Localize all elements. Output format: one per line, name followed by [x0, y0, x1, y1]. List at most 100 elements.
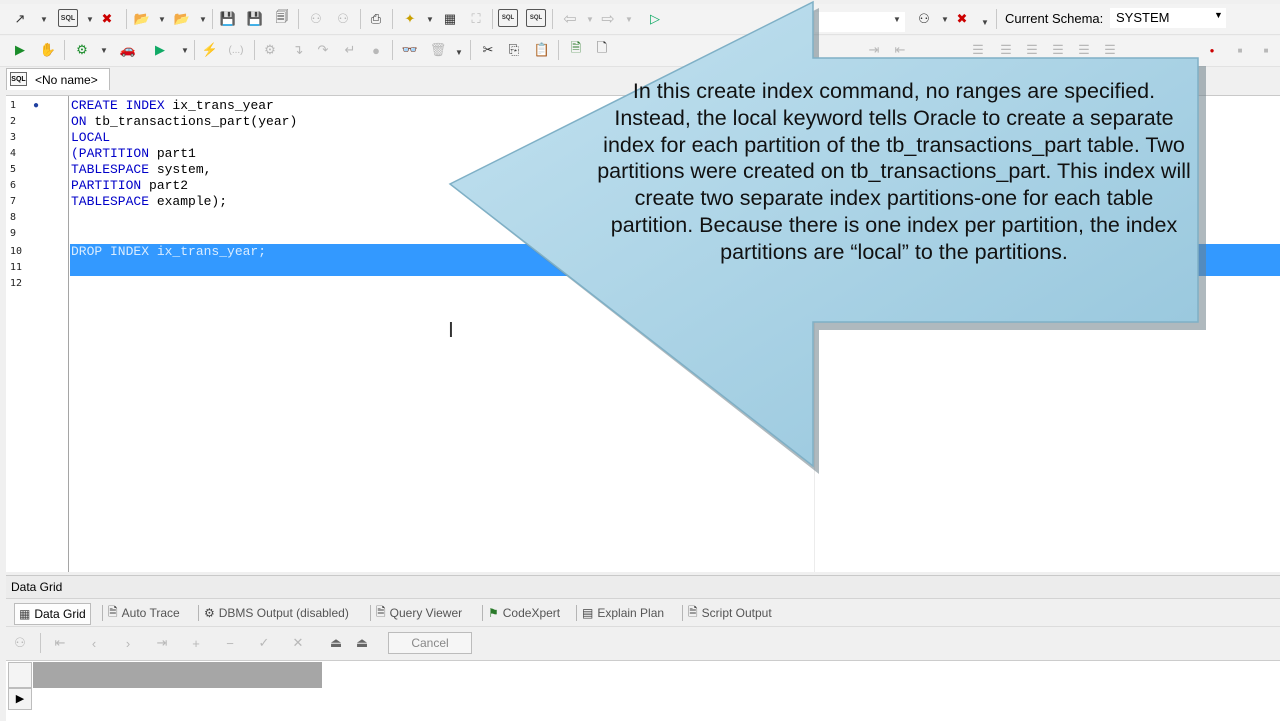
chevron-down-icon[interactable]: ▼	[941, 9, 949, 29]
open-folder-icon[interactable]: 📂	[132, 9, 152, 29]
save-icon[interactable]: 💾	[218, 9, 238, 29]
cancel-button[interactable]: Cancel	[388, 632, 472, 654]
download-icon[interactable]: ⏏	[352, 633, 372, 653]
data-grid-title: Data Grid	[11, 580, 63, 594]
cancel-edit-icon[interactable]: ✕	[288, 633, 308, 653]
navigator-icon[interactable]: ▷	[645, 9, 665, 29]
outdent-icon[interactable]: ⇤	[890, 40, 910, 60]
editor-tab[interactable]: SQL <No name>	[6, 68, 110, 90]
disconnect-session-icon[interactable]: ✖	[952, 9, 972, 29]
results-grid[interactable]: ▶	[6, 660, 1280, 721]
ellipsis-icon[interactable]: (...)	[226, 40, 246, 60]
tab-explain-plan[interactable]: ▤ Explain Plan	[582, 603, 664, 623]
car-icon[interactable]: 🚗	[118, 40, 138, 60]
copy-icon[interactable]: ⎘	[504, 40, 524, 60]
session-icon[interactable]: ⚇	[914, 9, 934, 29]
close-editor-icon[interactable]: ✖	[97, 9, 117, 29]
bookmark-icon[interactable]: ☰	[1100, 40, 1120, 60]
delete-record-icon[interactable]: −	[220, 633, 240, 653]
current-schema-label: Current Schema:	[1005, 11, 1104, 26]
chevron-down-icon[interactable]: ▼	[181, 40, 189, 60]
step-over-icon[interactable]: ↷	[313, 40, 333, 60]
stop-record-icon[interactable]: ■	[1230, 40, 1250, 60]
tab-auto-trace[interactable]: 🗎 Auto Trace	[108, 603, 180, 623]
document-icon: 🗎	[688, 604, 698, 619]
line-number: 12	[10, 278, 23, 289]
step-into-icon[interactable]: ↴	[288, 40, 308, 60]
trash-icon[interactable]: 🗑	[428, 40, 448, 60]
next-record-icon[interactable]: ›	[118, 633, 138, 653]
new-document-icon[interactable]: 🗋	[592, 40, 612, 60]
chevron-down-icon[interactable]: ▼	[1214, 10, 1223, 20]
save-all-icon[interactable]: 🗐	[272, 9, 292, 29]
stop-icon[interactable]: ✋	[38, 40, 58, 60]
chevron-down-icon[interactable]: ▼	[625, 9, 633, 29]
connection-dropdown[interactable]	[815, 12, 905, 32]
wand-icon[interactable]: ↗	[10, 9, 30, 29]
line-number: 2	[10, 116, 17, 127]
first-record-icon[interactable]: ⇤	[50, 633, 70, 653]
sql-keyword: PARTITION	[71, 178, 142, 193]
forward-arrow-icon[interactable]: ⇨	[598, 9, 618, 29]
indent-icon[interactable]: ⇥	[864, 40, 884, 60]
tab-query-viewer[interactable]: 🗎 Query Viewer	[376, 603, 462, 623]
lightning-icon[interactable]: ⚡	[200, 40, 220, 60]
open-recent-icon[interactable]: 📂	[172, 9, 192, 29]
prior-record-icon[interactable]: ‹	[84, 633, 104, 653]
last-record-icon[interactable]: ⇥	[152, 633, 172, 653]
debug-icon[interactable]: ⚙	[260, 40, 280, 60]
uncomment-icon[interactable]: ☰	[1022, 40, 1042, 60]
execute-script-icon[interactable]: ⚙	[72, 40, 92, 60]
chevron-down-icon[interactable]: ▼	[586, 9, 594, 29]
connect-icon[interactable]: ⚇	[306, 9, 326, 29]
chevron-down-icon[interactable]: ▼	[455, 42, 463, 62]
breakpoint-icon[interactable]: ●	[366, 40, 386, 60]
insert-record-icon[interactable]: +	[186, 633, 206, 653]
paste-icon[interactable]: 📋	[532, 40, 552, 60]
toolbar-separator	[40, 633, 41, 653]
cut-icon[interactable]: ✂	[478, 40, 498, 60]
grid-corner-icon[interactable]	[8, 662, 32, 688]
tab-dbms-output[interactable]: ⚙ DBMS Output (disabled)	[204, 603, 349, 623]
watch-icon[interactable]: 👓	[400, 40, 420, 60]
grid-view-icon[interactable]: ▦	[440, 9, 460, 29]
grid-column-header[interactable]	[33, 662, 322, 688]
format-icon[interactable]: ☰	[968, 40, 988, 60]
execute-icon[interactable]: ▶	[10, 40, 30, 60]
upload-icon[interactable]: ⏏	[326, 633, 346, 653]
tab-data-grid[interactable]: ▦ Data Grid	[14, 603, 91, 625]
notes-icon[interactable]: 🗎	[566, 40, 586, 60]
code-line: (PARTITION part1	[71, 146, 196, 162]
uppercase-icon[interactable]: ☰	[1048, 40, 1068, 60]
print-icon[interactable]: ⎙	[366, 9, 386, 29]
step-icon[interactable]: ▶	[150, 40, 170, 60]
save-as-icon[interactable]: 💾	[245, 9, 265, 29]
chevron-down-icon[interactable]: ▼	[893, 9, 901, 29]
lowercase-icon[interactable]: ☰	[1074, 40, 1094, 60]
sql-text: part2	[141, 178, 189, 193]
hint-icon[interactable]: ✦	[400, 9, 420, 29]
sql-compare-icon[interactable]: SQL	[526, 9, 546, 27]
fullscreen-icon[interactable]: ⛶	[466, 9, 486, 29]
sql-format-icon[interactable]: SQL	[498, 9, 518, 27]
disconnect-icon[interactable]: ⚇	[333, 9, 353, 29]
chevron-down-icon[interactable]: ▼	[426, 9, 434, 29]
post-edit-icon[interactable]: ✓	[254, 633, 274, 653]
chevron-down-icon[interactable]: ▼	[199, 9, 207, 29]
chevron-down-icon[interactable]: ▼	[158, 9, 166, 29]
step-out-icon[interactable]: ↵	[340, 40, 360, 60]
back-arrow-icon[interactable]: ⇦	[560, 9, 580, 29]
grid-options-icon[interactable]: ⚇	[10, 633, 30, 653]
row-indicator-icon: ▶	[8, 688, 32, 710]
playback-icon[interactable]: ■	[1256, 40, 1276, 60]
tab-script-output[interactable]: 🗎 Script Output	[688, 603, 772, 623]
current-schema-select[interactable]: SYSTEM	[1110, 8, 1226, 28]
chevron-down-icon[interactable]: ▼	[981, 12, 989, 32]
record-icon[interactable]: ●	[1202, 40, 1222, 60]
chevron-down-icon[interactable]: ▼	[100, 40, 108, 60]
comment-icon[interactable]: ☰	[996, 40, 1016, 60]
chevron-down-icon[interactable]: ▼	[86, 9, 94, 29]
sql-editor-icon[interactable]: SQL	[58, 9, 78, 27]
tab-codexpert[interactable]: ⚑ CodeXpert	[488, 603, 560, 623]
chevron-down-icon[interactable]: ▼	[40, 9, 48, 29]
